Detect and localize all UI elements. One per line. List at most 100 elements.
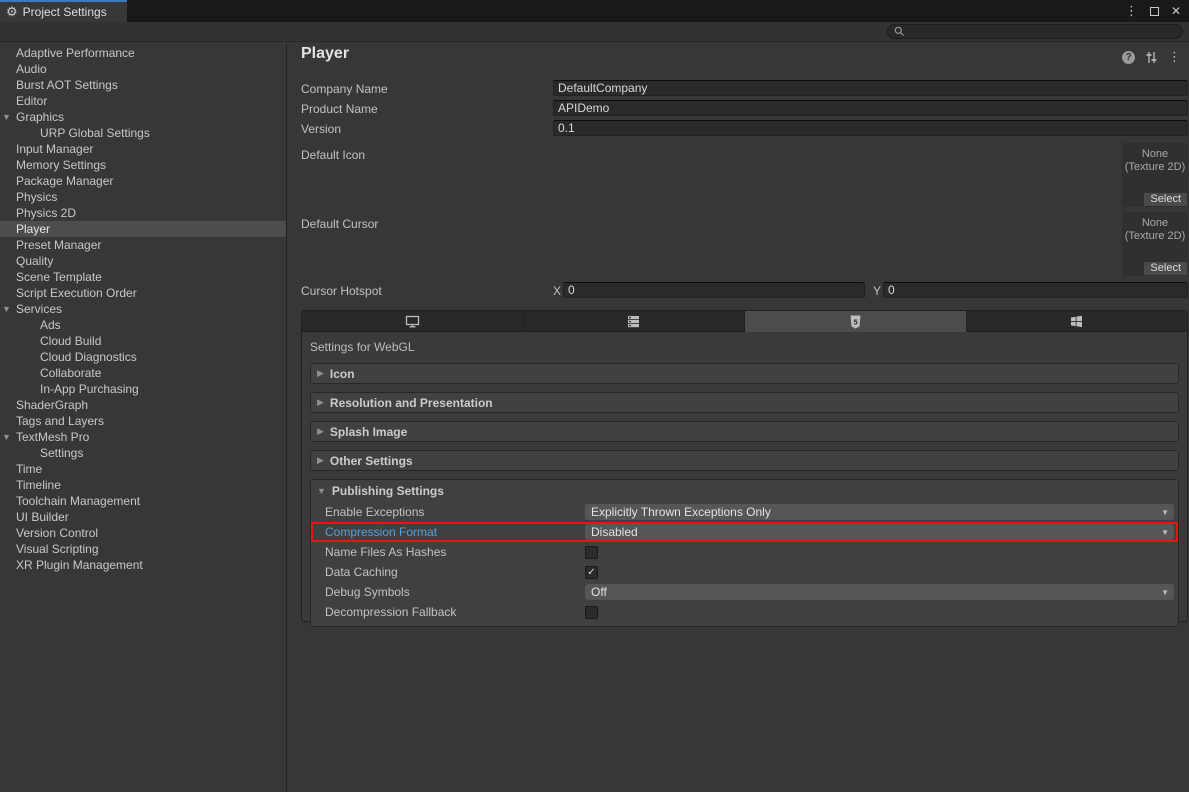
sidebar-item-cloud-diagnostics[interactable]: Cloud Diagnostics	[0, 349, 286, 365]
sidebar-item-timeline[interactable]: Timeline	[0, 477, 286, 493]
default-cursor-select-button[interactable]: Select	[1144, 262, 1187, 275]
close-icon[interactable]: ✕	[1171, 4, 1181, 18]
sidebar-item-urp-global-settings[interactable]: URP Global Settings	[0, 125, 286, 141]
section-resolution-and-presentation[interactable]: ▶ Resolution and Presentation	[310, 392, 1179, 413]
sidebar-item-toolchain-management[interactable]: Toolchain Management	[0, 493, 286, 509]
version-field[interactable]: 0.1	[553, 120, 1188, 136]
sidebar-item-in-app-purchasing[interactable]: In-App Purchasing	[0, 381, 286, 397]
default-icon-label: Default Icon	[301, 148, 365, 162]
tab-standalone[interactable]	[302, 311, 524, 332]
section-other-settings[interactable]: ▶ Other Settings	[310, 450, 1179, 471]
sidebar-item-label: Physics 2D	[16, 206, 76, 220]
sidebar-item-shadergraph[interactable]: ShaderGraph	[0, 397, 286, 413]
dropdown-value: Explicitly Thrown Exceptions Only	[591, 505, 771, 519]
window-tab-project-settings[interactable]: ⚙ Project Settings	[0, 0, 127, 22]
sidebar-item-graphics[interactable]: ▼ Graphics	[0, 109, 286, 125]
maximize-icon[interactable]	[1150, 7, 1159, 16]
section-splash-image[interactable]: ▶ Splash Image	[310, 421, 1179, 442]
section-publishing-settings: ▼ Publishing Settings Enable ExceptionsE…	[310, 479, 1179, 627]
sidebar-item-ads[interactable]: Ads	[0, 317, 286, 333]
sidebar-item-memory-settings[interactable]: Memory Settings	[0, 157, 286, 173]
sidebar-item-ui-builder[interactable]: UI Builder	[0, 509, 286, 525]
row-enable-exceptions: Enable ExceptionsExplicitly Thrown Excep…	[311, 502, 1178, 522]
expanded-arrow-icon[interactable]: ▼	[2, 429, 11, 445]
sidebar-item-label: Script Execution Order	[16, 286, 137, 300]
sidebar-item-script-execution-order[interactable]: Script Execution Order	[0, 285, 286, 301]
default-icon-select-button[interactable]: Select	[1144, 193, 1187, 206]
section-icon[interactable]: ▶ Icon	[310, 363, 1179, 384]
compression-format-dropdown[interactable]: Disabled▼	[585, 524, 1174, 540]
sidebar-item-visual-scripting[interactable]: Visual Scripting	[0, 541, 286, 557]
sidebar-item-time[interactable]: Time	[0, 461, 286, 477]
sidebar-item-physics-2d[interactable]: Physics 2D	[0, 205, 286, 221]
sidebar-item-physics[interactable]: Physics	[0, 189, 286, 205]
sidebar-item-burst-aot-settings[interactable]: Burst AOT Settings	[0, 77, 286, 93]
collapsed-arrow-icon: ▶	[317, 368, 324, 379]
sidebar-item-settings[interactable]: Settings	[0, 445, 286, 461]
data-caching-checkbox[interactable]: ✓	[585, 566, 598, 579]
sidebar-item-version-control[interactable]: Version Control	[0, 525, 286, 541]
publishing-settings-header[interactable]: ▼ Publishing Settings	[311, 480, 1178, 502]
enable-exceptions-dropdown[interactable]: Explicitly Thrown Exceptions Only▼	[585, 504, 1174, 520]
tab-webgl[interactable]: 5	[745, 311, 967, 332]
collapsed-arrow-icon: ▶	[317, 455, 324, 466]
sidebar-item-label: ShaderGraph	[16, 398, 88, 412]
tab-dedicated-server[interactable]	[524, 311, 746, 332]
sidebar-item-tags-and-layers[interactable]: Tags and Layers	[0, 413, 286, 429]
context-menu-icon[interactable]: ⋮	[1168, 49, 1181, 65]
sidebar-item-label: Adaptive Performance	[16, 46, 135, 60]
help-icon[interactable]: ?	[1122, 51, 1135, 64]
sidebar-item-label: Preset Manager	[16, 238, 101, 252]
sidebar-item-label: Scene Template	[16, 270, 102, 284]
expanded-arrow-icon: ▼	[317, 486, 326, 496]
version-label: Version	[301, 122, 341, 136]
sidebar-item-textmesh-pro[interactable]: ▼ TextMesh Pro	[0, 429, 286, 445]
sidebar-item-quality[interactable]: Quality	[0, 253, 286, 269]
hotspot-x-label: X	[553, 284, 561, 298]
webgl-icon: 5	[850, 315, 861, 329]
decompression-fallback-checkbox[interactable]	[585, 606, 598, 619]
sidebar-item-services[interactable]: ▼Services	[0, 301, 286, 317]
field-label: Debug Symbols	[311, 585, 585, 599]
presets-icon[interactable]	[1145, 51, 1158, 64]
hotspot-x-field[interactable]: 0	[563, 282, 865, 298]
sidebar-item-label: TextMesh Pro	[16, 430, 89, 444]
sidebar-item-label: Toolchain Management	[16, 494, 140, 508]
field-label: Enable Exceptions	[311, 505, 585, 519]
sidebar-item-input-manager[interactable]: Input Manager	[0, 141, 286, 157]
platform-tab-bar: 5	[302, 311, 1187, 332]
sidebar-item-scene-template[interactable]: Scene Template	[0, 269, 286, 285]
product-name-field[interactable]: APIDemo	[553, 100, 1188, 116]
search-input[interactable]	[887, 24, 1183, 39]
sidebar-item-label: Memory Settings	[16, 158, 106, 172]
name-files-as-hashes-checkbox[interactable]	[585, 546, 598, 559]
sidebar-item-player[interactable]: Player	[0, 221, 286, 237]
sidebar-item-xr-plugin-management[interactable]: XR Plugin Management	[0, 557, 286, 573]
row-decompression-fallback: Decompression Fallback	[311, 602, 1178, 622]
sidebar-item-label: Collaborate	[40, 366, 101, 380]
default-icon-slot[interactable]: None (Texture 2D) Select	[1122, 143, 1188, 207]
sidebar-item-label: Graphics	[16, 110, 64, 124]
sidebar-item-label: Editor	[16, 94, 47, 108]
expanded-arrow-icon[interactable]: ▼	[2, 301, 11, 317]
debug-symbols-dropdown[interactable]: Off▼	[585, 584, 1174, 600]
sidebar-item-preset-manager[interactable]: Preset Manager	[0, 237, 286, 253]
sidebar: Adaptive PerformanceAudioBurst AOT Setti…	[0, 42, 287, 792]
section-splash-label: Splash Image	[330, 425, 407, 439]
company-name-field[interactable]: DefaultCompany	[553, 80, 1188, 96]
sidebar-item-cloud-build[interactable]: Cloud Build	[0, 333, 286, 349]
sidebar-item-package-manager[interactable]: Package Manager	[0, 173, 286, 189]
default-cursor-slot[interactable]: None (Texture 2D) Select	[1122, 212, 1188, 276]
sidebar-item-collaborate[interactable]: Collaborate	[0, 365, 286, 381]
window-menu-icon[interactable]: ⋮	[1125, 3, 1138, 19]
sidebar-item-audio[interactable]: Audio	[0, 61, 286, 77]
expanded-arrow-icon[interactable]: ▼	[2, 109, 11, 125]
hotspot-y-field[interactable]: 0	[883, 282, 1188, 298]
sidebar-item-editor[interactable]: Editor	[0, 93, 286, 109]
publishing-settings-label: Publishing Settings	[332, 484, 444, 498]
tab-windows-store[interactable]	[967, 311, 1188, 332]
toolbar	[0, 22, 1189, 42]
sidebar-item-adaptive-performance[interactable]: Adaptive Performance	[0, 45, 286, 61]
windows-store-icon	[1070, 315, 1083, 328]
company-name-label: Company Name	[301, 82, 388, 96]
